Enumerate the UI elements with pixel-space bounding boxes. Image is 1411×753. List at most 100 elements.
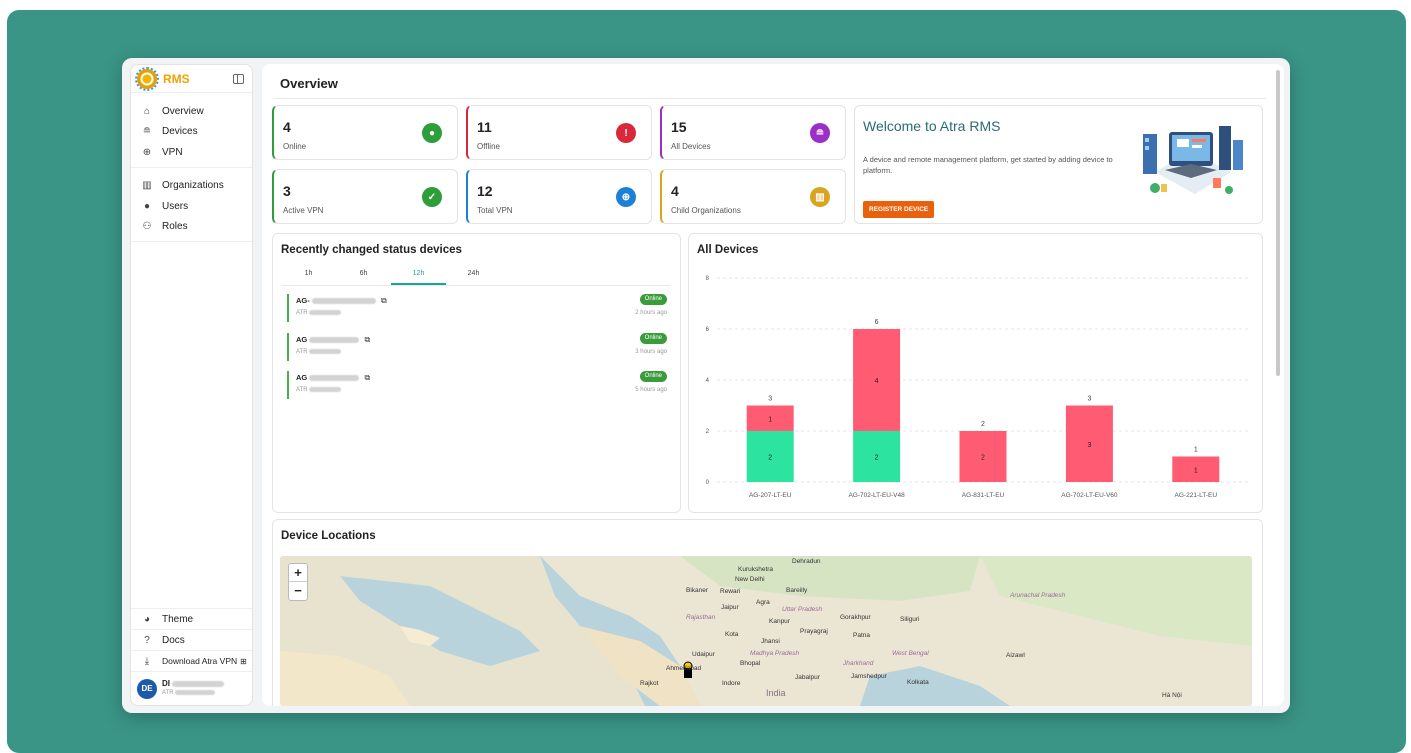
- building-icon: ▥: [142, 180, 152, 192]
- sidebar-item-label: Theme: [162, 613, 194, 625]
- sidebar-item-label: VPN: [162, 146, 183, 158]
- list-item[interactable]: AG ⧉ ATR Online 3 hours ago: [287, 333, 667, 361]
- total-label: 3: [768, 396, 772, 403]
- user-org: ATR: [162, 690, 174, 696]
- data-label: 2: [768, 455, 772, 462]
- zoom-out-button[interactable]: −: [289, 582, 307, 600]
- map-label: Ahmedabad: [666, 665, 702, 672]
- status-badge: Online: [639, 333, 667, 344]
- tab-24h[interactable]: 24h: [446, 268, 501, 285]
- x-tick-label: AG-831-LT-EU: [962, 492, 1005, 499]
- map-label: Siliguri: [900, 616, 920, 623]
- map-label: Aizawl: [1006, 652, 1025, 659]
- zoom-in-button[interactable]: +: [289, 564, 307, 582]
- map-label: Gorakhpur: [840, 614, 871, 621]
- sidebar-item-organizations[interactable]: ▥ Organizations: [131, 176, 252, 197]
- device-map[interactable]: Dehradun Kurukshetra New Delhi Bareilly …: [280, 556, 1252, 706]
- status-time: 5 hours ago: [635, 387, 667, 393]
- sidebar-item-download-vpn[interactable]: ⤓ Download Atra VPN ⊞: [131, 650, 252, 671]
- sidebar-toggle-icon[interactable]: [233, 73, 244, 84]
- sidebar-item-docs[interactable]: ? Docs: [131, 629, 252, 650]
- data-label: 2: [981, 455, 985, 462]
- stat-label: Child Organizations: [671, 206, 741, 215]
- device-org: ATR: [296, 349, 308, 356]
- brand: RMS: [131, 65, 252, 93]
- list-item[interactable]: AG ⧉ ATR Online 5 hours ago: [287, 371, 667, 399]
- sidebar-item-label: Organizations: [162, 180, 224, 192]
- total-label: 6: [875, 319, 879, 326]
- alert-icon: !: [616, 123, 636, 143]
- redacted-text: [175, 689, 216, 695]
- stat-card-all-devices[interactable]: 15 All Devices ≘: [660, 105, 846, 160]
- data-label: 1: [768, 416, 772, 423]
- panel-title: Recently changed status devices: [281, 244, 462, 256]
- sidebar-item-roles[interactable]: ⚇ Roles: [131, 217, 252, 238]
- map-zoom-control: + −: [288, 563, 308, 601]
- user-name: DI: [162, 679, 170, 688]
- map-label: Jabalpur: [795, 674, 820, 681]
- map-label: Madhya Pradesh: [750, 650, 800, 657]
- tab-12h[interactable]: 12h: [391, 268, 446, 285]
- stat-label: Total VPN: [477, 206, 513, 215]
- redacted-text: [309, 349, 342, 354]
- tab-1h[interactable]: 1h: [281, 268, 336, 285]
- sidebar-item-users[interactable]: ● Users: [131, 196, 252, 217]
- stat-value: 11: [477, 119, 492, 135]
- roles-icon: ⚇: [142, 221, 152, 233]
- register-device-button[interactable]: REGISTER DEVICE: [863, 201, 935, 218]
- stat-value: 12: [477, 183, 493, 199]
- map-label: Jhansi: [761, 638, 780, 645]
- external-link-icon[interactable]: ⧉: [364, 373, 370, 382]
- external-link-icon[interactable]: ⧉: [364, 335, 370, 344]
- sidebar-item-overview[interactable]: ⌂ Overview: [131, 101, 252, 122]
- shield-check-icon: ✓: [422, 187, 442, 207]
- map-label: Jaipur: [721, 604, 739, 611]
- sidebar-item-theme[interactable]: ◕ Theme: [131, 608, 252, 629]
- welcome-description: A device and remote management platform,…: [863, 155, 1113, 175]
- stat-card-total-vpn[interactable]: 12 Total VPN ⊕: [466, 169, 652, 224]
- welcome-title: Welcome to Atra RMS: [863, 118, 1001, 134]
- y-tick-label: 8: [706, 276, 710, 282]
- x-tick-label: AG-221-LT-EU: [1175, 492, 1218, 499]
- building-icon: ▥: [810, 187, 830, 207]
- status-badge: Online: [639, 294, 667, 305]
- app-window: RMS ⌂ Overview ≘ Devices ⊕ VPN ▥ Organiz…: [122, 58, 1290, 713]
- map-label: Patna: [853, 632, 870, 639]
- total-label: 1: [1194, 447, 1198, 454]
- map-label: Uttar Pradesh: [782, 606, 823, 613]
- status-badge: Online: [639, 371, 667, 382]
- stat-card-active-vpn[interactable]: 3 Active VPN ✓: [272, 169, 458, 224]
- tab-6h[interactable]: 6h: [336, 268, 391, 285]
- status-time: 2 hours ago: [635, 310, 667, 316]
- map-label: West Bengal: [892, 650, 929, 657]
- sidebar-item-label: Roles: [162, 221, 188, 233]
- map-label: Arunachal Pradesh: [1010, 592, 1066, 599]
- data-label: 2: [875, 455, 879, 462]
- external-link-icon[interactable]: ⧉: [381, 296, 387, 305]
- sidebar-item-vpn[interactable]: ⊕ VPN: [131, 142, 252, 163]
- map-label: Hà Nội: [1162, 692, 1182, 699]
- device-locations-panel: Device Locations Dehradun Kurukshetra Ne…: [272, 519, 1263, 706]
- map-label: Dehradun: [792, 558, 821, 565]
- list-item[interactable]: AG- ⧉ ATR Online 2 hours ago: [287, 294, 667, 322]
- palette-icon: ◕: [143, 613, 151, 625]
- stat-card-child-organizations[interactable]: 4 Child Organizations ▥: [660, 169, 846, 224]
- scrollbar[interactable]: [1276, 70, 1280, 376]
- stat-card-online[interactable]: 4 Online ●: [272, 105, 458, 160]
- download-icon: ⤓: [144, 655, 150, 667]
- sidebar-item-devices[interactable]: ≘ Devices: [131, 122, 252, 143]
- brand-name: RMS: [163, 71, 190, 86]
- user-profile[interactable]: DE DI ATR: [131, 671, 252, 705]
- data-label: 3: [1087, 442, 1091, 449]
- router-icon: ≘: [142, 126, 152, 138]
- map-label: Kanpur: [769, 618, 790, 625]
- globe-icon: ⊕: [616, 187, 636, 207]
- sidebar-item-label: Download Atra VPN: [162, 656, 238, 666]
- router-icon: ≘: [810, 123, 830, 143]
- device-org: ATR: [296, 310, 308, 317]
- sidebar-item-label: Overview: [162, 105, 204, 117]
- data-label: 4: [875, 378, 879, 385]
- map-terrain: [280, 556, 1252, 706]
- total-label: 3: [1087, 396, 1091, 403]
- stat-card-offline[interactable]: 11 Offline !: [466, 105, 652, 160]
